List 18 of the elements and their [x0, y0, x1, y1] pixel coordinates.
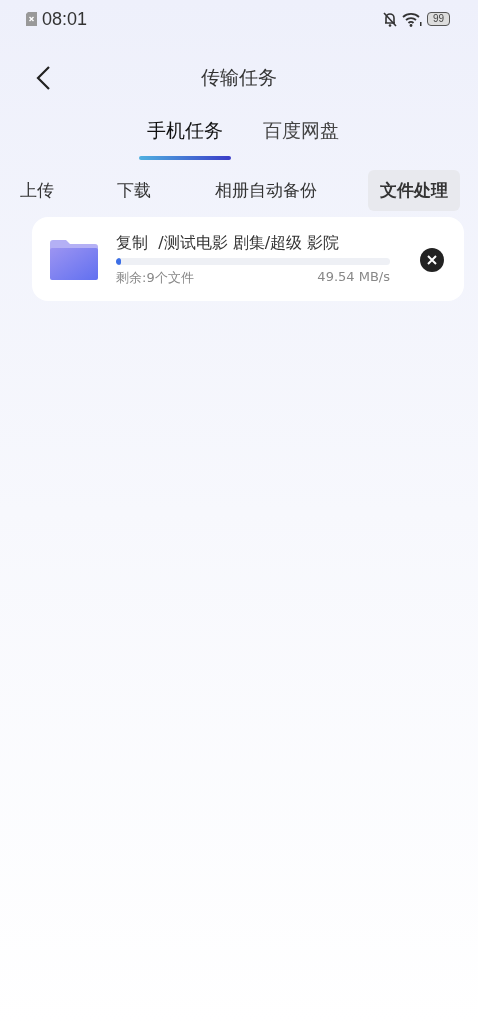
muted-bell-icon	[382, 11, 397, 27]
task-type-tab[interactable]: 相册自动备份	[202, 170, 329, 211]
folder-icon	[50, 240, 98, 280]
task-type-tab[interactable]: 上传	[8, 170, 66, 211]
category-tab[interactable]: 百度网盘	[255, 118, 347, 162]
page-title: 传输任务	[201, 65, 277, 90]
task-title: 复制 /测试电影 剧集/超级 影院	[116, 233, 341, 254]
close-icon	[427, 255, 437, 265]
clock-time: 08:01	[42, 8, 88, 30]
task-type-tab[interactable]: 文件处理	[368, 170, 460, 211]
wifi-icon	[401, 11, 422, 27]
transfer-speed: 49.54 MB/s	[317, 269, 390, 286]
battery-level: 99	[426, 12, 450, 26]
task-type-tab[interactable]: 下载	[105, 170, 164, 211]
category-tab[interactable]: 手机任务	[139, 118, 231, 162]
sim-card-icon	[26, 12, 37, 26]
remaining-files: 剩余:9个文件	[116, 269, 194, 287]
close-button[interactable]	[420, 248, 444, 272]
